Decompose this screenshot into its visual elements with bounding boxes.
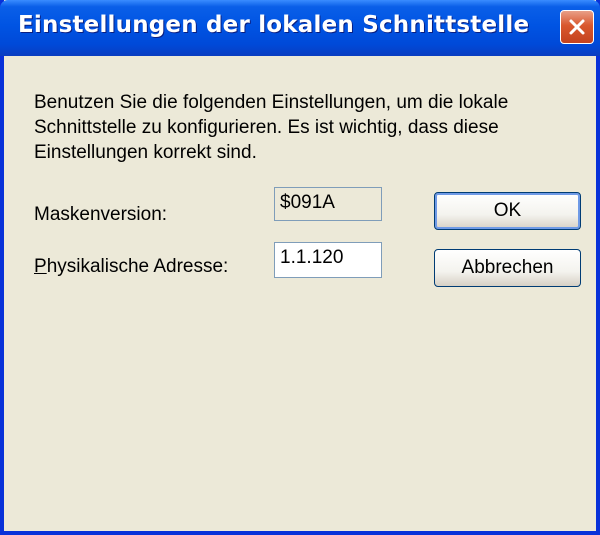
physical-address-label: Physikalische Adresse:	[34, 256, 228, 278]
window-title: Einstellungen der lokalen Schnittstelle	[18, 12, 530, 38]
ok-button[interactable]: OK	[434, 192, 581, 230]
mask-version-label: Maskenversion:	[34, 204, 168, 225]
physical-address-label-rest: hysikalische Adresse:	[46, 256, 229, 277]
description-text: Benutzen Sie die folgenden Einstellungen…	[34, 92, 509, 163]
close-button[interactable]	[560, 10, 594, 44]
dialog-content: Benutzen Sie die folgenden Einstellungen…	[4, 56, 596, 531]
physical-address-mnemonic: P	[34, 256, 47, 277]
mask-version-value: $091A	[274, 187, 382, 221]
physical-address-input[interactable]: 1.1.120	[274, 242, 382, 278]
cancel-button[interactable]: Abbrechen	[434, 249, 581, 287]
dialog-window: Einstellungen der lokalen Schnittstelle …	[0, 0, 600, 535]
close-icon	[567, 17, 587, 37]
title-bar[interactable]: Einstellungen der lokalen Schnittstelle	[0, 0, 600, 56]
